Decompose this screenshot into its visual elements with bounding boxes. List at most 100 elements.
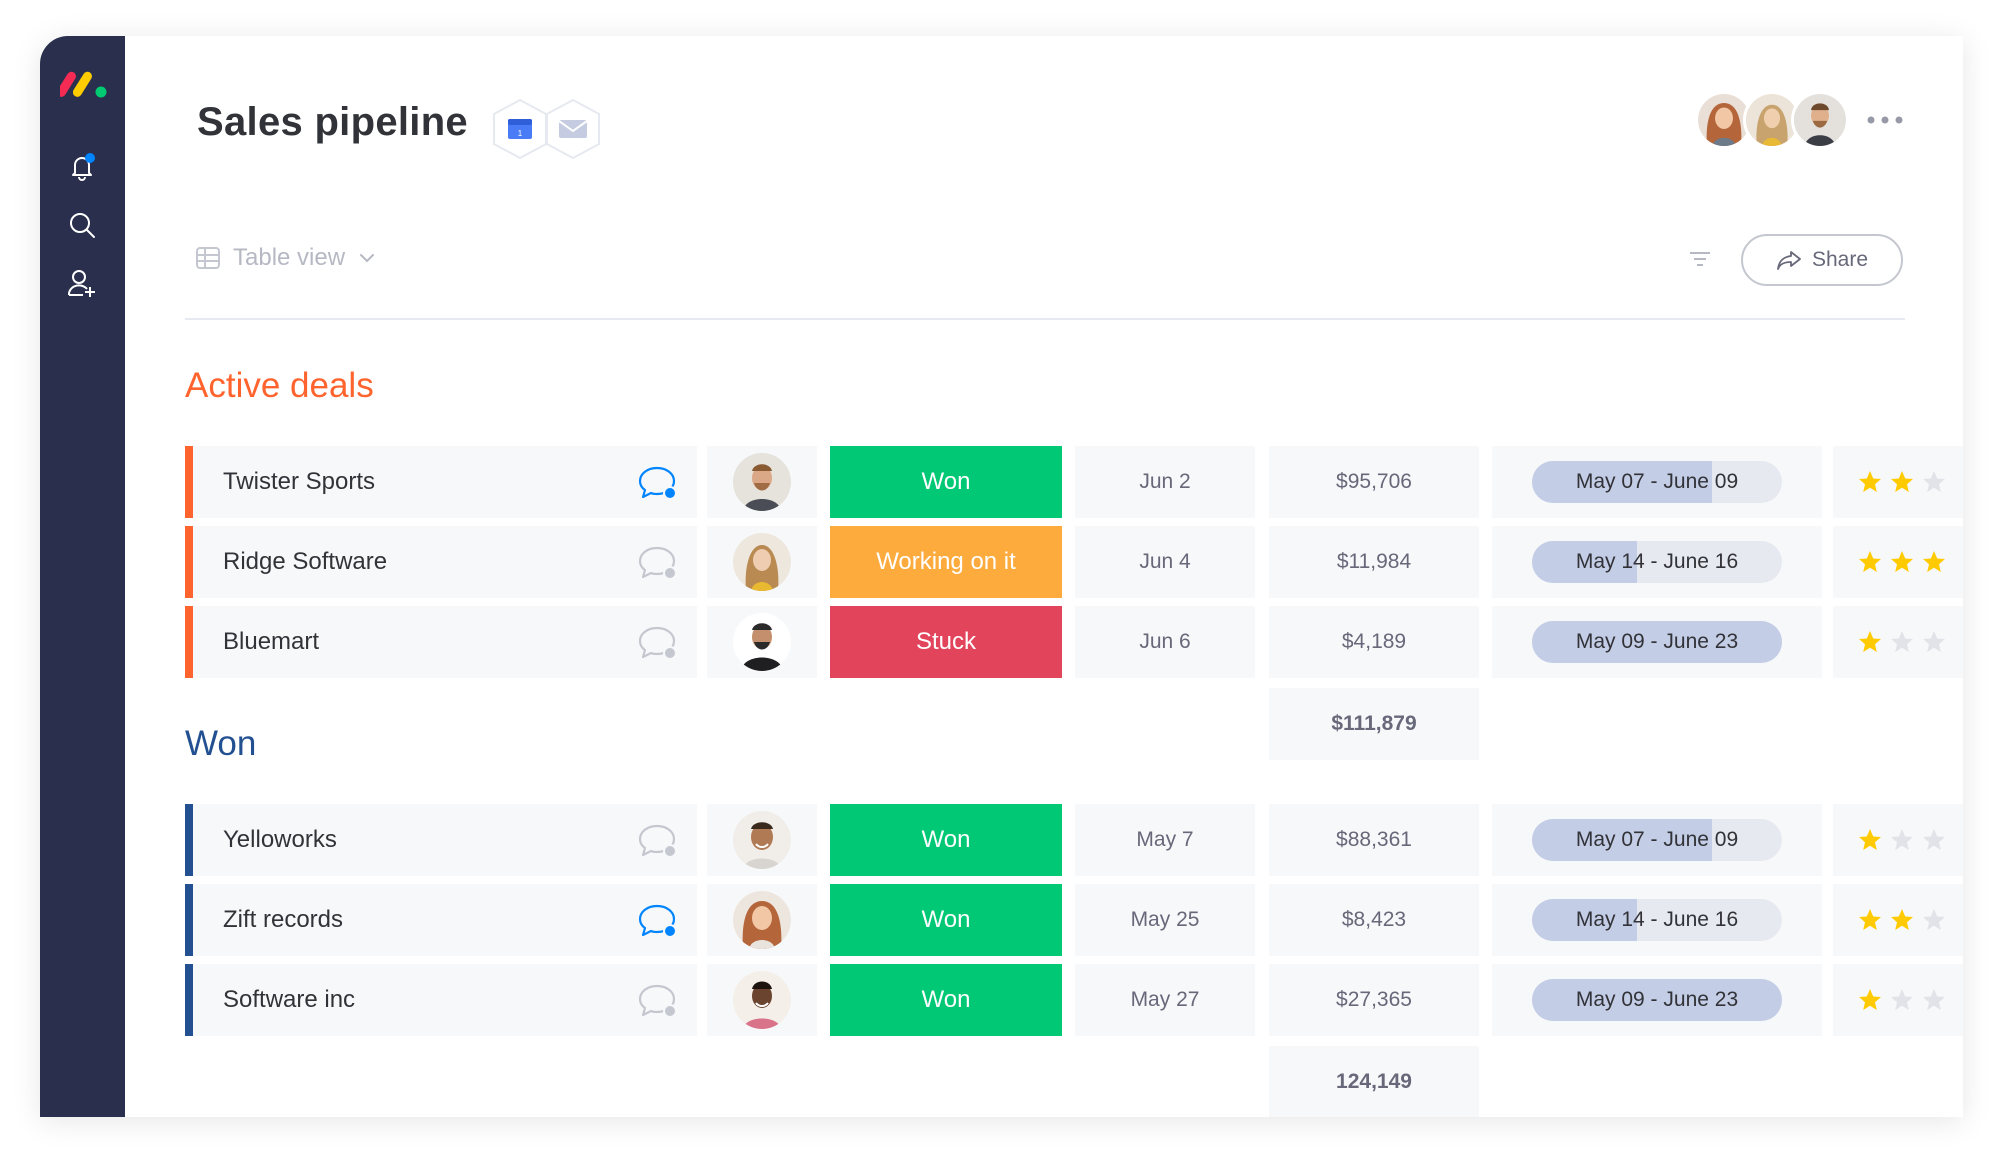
table-row[interactable]: Yelloworks Won May 7 $88,361 May 07 - June 0… — [185, 804, 1963, 876]
person-cell[interactable] — [707, 606, 817, 678]
updates-icon[interactable] — [637, 982, 677, 1020]
item-name-cell[interactable]: Bluemart — [185, 606, 697, 678]
updates-icon[interactable] — [637, 624, 677, 662]
group-title[interactable]: Won — [185, 724, 256, 764]
star-filled-icon[interactable] — [1889, 907, 1915, 933]
person-cell[interactable] — [707, 526, 817, 598]
rating-cell[interactable] — [1833, 446, 1963, 518]
star-empty-icon[interactable] — [1921, 629, 1947, 655]
status-cell[interactable]: Won — [830, 446, 1062, 518]
date-cell[interactable]: May 7 — [1075, 804, 1255, 876]
mail-icon[interactable] — [545, 98, 601, 160]
item-name-cell[interactable]: Ridge Software — [185, 526, 697, 598]
item-name-cell[interactable]: Software inc — [185, 964, 697, 1036]
star-filled-icon[interactable] — [1857, 629, 1883, 655]
updates-icon[interactable] — [637, 902, 677, 940]
status-label: Stuck — [915, 628, 977, 655]
updates-icon[interactable] — [637, 822, 677, 860]
date-cell[interactable]: Jun 2 — [1075, 446, 1255, 518]
date-cell[interactable]: May 25 — [1075, 884, 1255, 956]
monday-logo[interactable] — [60, 66, 110, 100]
rating-cell[interactable] — [1833, 526, 1963, 598]
star-empty-icon[interactable] — [1921, 987, 1947, 1013]
bell-icon[interactable] — [67, 152, 97, 182]
share-button[interactable]: Share — [1741, 234, 1903, 286]
filter-icon[interactable] — [1687, 246, 1713, 272]
status-label: Won — [921, 906, 971, 933]
item-name-cell[interactable]: Twister Sports — [185, 446, 697, 518]
timeline-cell[interactable]: May 09 - June 23 — [1492, 964, 1822, 1036]
star-empty-icon[interactable] — [1921, 469, 1947, 495]
star-filled-icon[interactable] — [1857, 469, 1883, 495]
add-user-icon[interactable] — [67, 268, 97, 298]
star-filled-icon[interactable] — [1921, 549, 1947, 575]
star-filled-icon[interactable] — [1889, 469, 1915, 495]
date-cell[interactable]: Jun 4 — [1075, 526, 1255, 598]
star-filled-icon[interactable] — [1857, 907, 1883, 933]
table-row[interactable]: Bluemart Stuck Jun 6 $4,189 May 09 - June 23 — [185, 606, 1963, 678]
person-avatar — [733, 811, 791, 869]
deal-value-cell[interactable]: $11,984 — [1269, 526, 1479, 598]
rating-cell[interactable] — [1833, 884, 1963, 956]
search-icon[interactable] — [67, 210, 97, 240]
timeline-cell[interactable]: May 14 - June 16 — [1492, 526, 1822, 598]
timeline-cell[interactable]: May 09 - June 23 — [1492, 606, 1822, 678]
person-cell[interactable] — [707, 964, 817, 1036]
deal-value-cell[interactable]: $27,365 — [1269, 964, 1479, 1036]
status-label: Won — [921, 986, 971, 1013]
group-title[interactable]: Active deals — [185, 366, 374, 406]
deal-value-cell[interactable]: $8,423 — [1269, 884, 1479, 956]
member-avatar[interactable] — [1791, 91, 1849, 149]
star-empty-icon[interactable] — [1889, 987, 1915, 1013]
item-name: Bluemart — [223, 628, 320, 655]
person-cell[interactable] — [707, 804, 817, 876]
status-cell[interactable]: Won — [830, 964, 1062, 1036]
date-cell[interactable]: May 27 — [1075, 964, 1255, 1036]
star-filled-icon[interactable] — [1889, 549, 1915, 575]
person-cell[interactable] — [707, 884, 817, 956]
star-empty-icon[interactable] — [1889, 827, 1915, 853]
deal-value-cell[interactable]: $4,189 — [1269, 606, 1479, 678]
date-value: May 27 — [1130, 988, 1200, 1011]
rating-cell[interactable] — [1833, 606, 1963, 678]
person-avatar — [733, 971, 791, 1029]
timeline-cell[interactable]: May 14 - June 16 — [1492, 884, 1822, 956]
item-name-cell[interactable]: Yelloworks — [185, 804, 697, 876]
item-name-cell[interactable]: Zift records — [185, 884, 697, 956]
star-empty-icon[interactable] — [1921, 907, 1947, 933]
star-filled-icon[interactable] — [1857, 827, 1883, 853]
rating-cell[interactable] — [1833, 964, 1963, 1036]
group-color-bar — [185, 526, 193, 598]
timeline-cell[interactable]: May 07 - June 09 — [1492, 804, 1822, 876]
date-cell[interactable]: Jun 6 — [1075, 606, 1255, 678]
calendar-icon[interactable]: 1 — [492, 98, 548, 160]
updates-icon[interactable] — [637, 464, 677, 502]
status-cell[interactable]: Won — [830, 884, 1062, 956]
table-row[interactable]: Software inc Won May 27 $27,365 May 09 - Jun… — [185, 964, 1963, 1036]
table-row[interactable]: Zift records Won May 25 $8,423 May 14 - June… — [185, 884, 1963, 956]
star-empty-icon[interactable] — [1889, 629, 1915, 655]
status-label: Won — [921, 826, 971, 853]
chevron-down-icon — [360, 254, 375, 263]
timeline-range: May 07 - June 09 — [1575, 828, 1739, 851]
person-cell[interactable] — [707, 446, 817, 518]
view-switcher[interactable]: Table view — [195, 244, 377, 272]
star-filled-icon[interactable] — [1857, 549, 1883, 575]
updates-icon[interactable] — [637, 544, 677, 582]
date-value: May 7 — [1136, 828, 1194, 851]
table-row[interactable]: Twister Sports Won Jun 2 $95,706 May 07 - Ju… — [185, 446, 1963, 518]
star-empty-icon[interactable] — [1921, 827, 1947, 853]
deal-value-cell[interactable]: $95,706 — [1269, 446, 1479, 518]
more-icon[interactable] — [1865, 110, 1905, 130]
star-filled-icon[interactable] — [1857, 987, 1883, 1013]
status-cell[interactable]: Working on it — [830, 526, 1062, 598]
status-cell[interactable]: Stuck — [830, 606, 1062, 678]
board-members[interactable] — [1695, 88, 1905, 152]
deal-value: $11,984 — [1336, 550, 1412, 573]
item-name: Zift records — [223, 906, 344, 933]
timeline-cell[interactable]: May 07 - June 09 — [1492, 446, 1822, 518]
deal-value-cell[interactable]: $88,361 — [1269, 804, 1479, 876]
status-cell[interactable]: Won — [830, 804, 1062, 876]
table-row[interactable]: Ridge Software Working on it Jun 4 $11,984 M… — [185, 526, 1963, 598]
rating-cell[interactable] — [1833, 804, 1963, 876]
